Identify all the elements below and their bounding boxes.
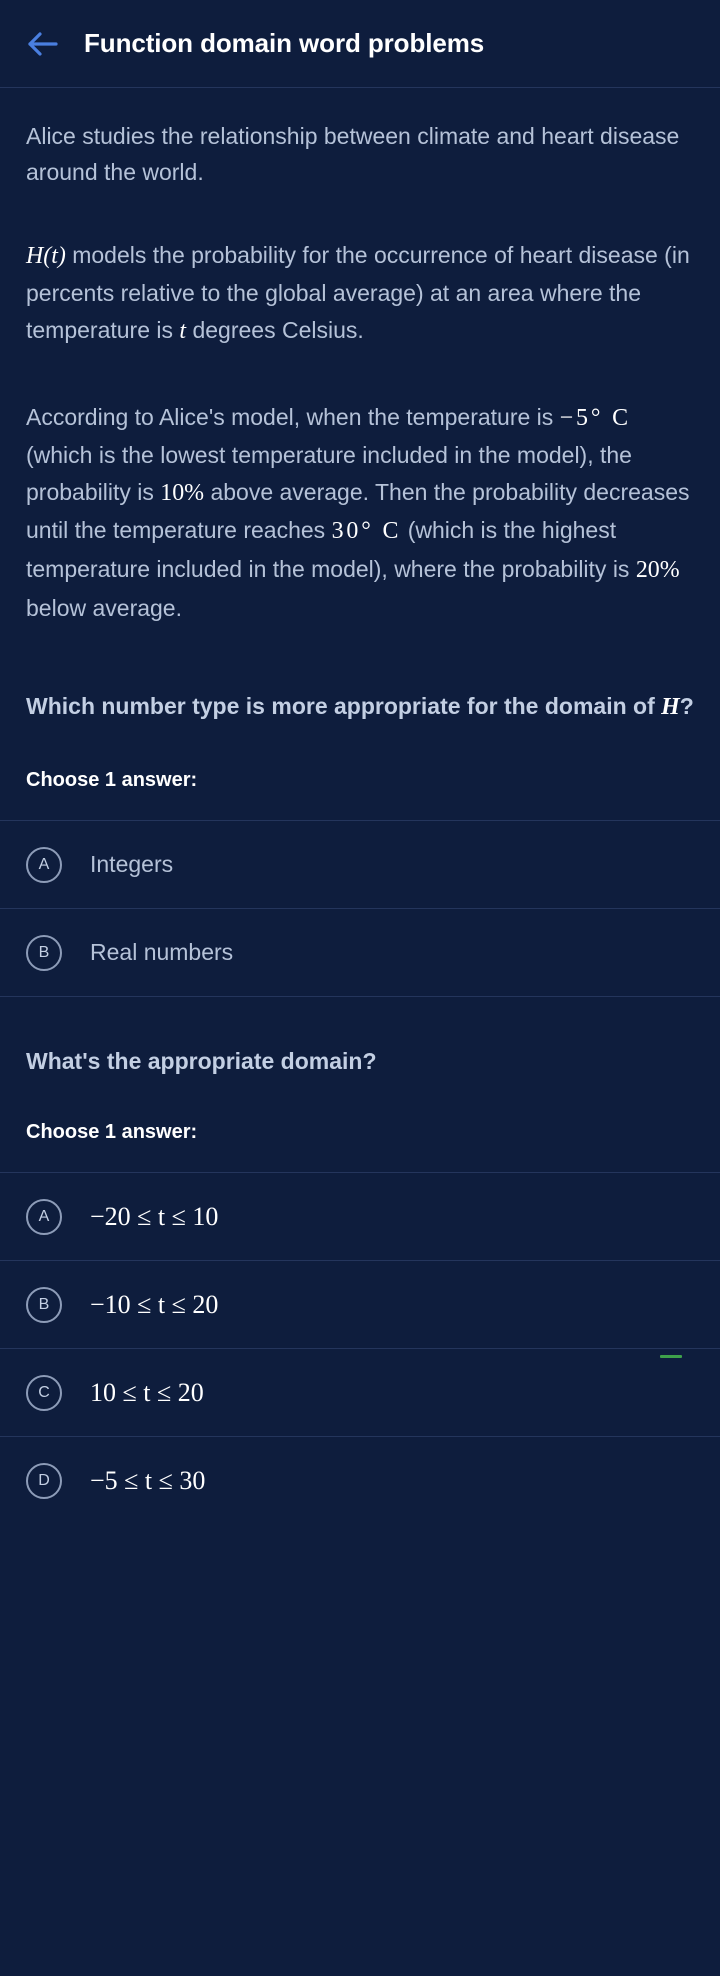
back-button[interactable] bbox=[26, 21, 72, 67]
choice-q2-a[interactable]: A −20 ≤ t ≤ 10 bbox=[0, 1172, 720, 1260]
passage-paragraph-3: According to Alice's model, when the tem… bbox=[26, 351, 694, 627]
math-h: H bbox=[661, 694, 680, 721]
choice-q1-a[interactable]: A Integers bbox=[0, 820, 720, 908]
question-1-text-b: ? bbox=[679, 693, 694, 720]
answer-marker-icon bbox=[660, 1355, 682, 1359]
choice-q1-b[interactable]: B Real numbers bbox=[0, 908, 720, 996]
passage-text-3a: According to Alice's model, when the tem… bbox=[26, 403, 560, 430]
question-2-choose-label: Choose 1 answer: bbox=[26, 1121, 198, 1144]
choice-q2-c[interactable]: C 10 ≤ t ≤ 20 bbox=[0, 1348, 720, 1436]
passage-paragraph-2: H(t) models the probability for the occu… bbox=[26, 191, 694, 351]
question-2-prompt: What's the appropriate domain? bbox=[26, 1048, 377, 1075]
passage-text-3e: below average. bbox=[26, 595, 182, 621]
question-1-text-a: Which number type is more appropriate fo… bbox=[26, 693, 662, 720]
choice-letter-bubble: B bbox=[26, 934, 62, 971]
question-1-choices: A Integers B Real numbers bbox=[0, 820, 720, 996]
choice-label: Integers bbox=[90, 851, 174, 878]
choice-label: −5 ≤ t ≤ 30 bbox=[90, 1465, 206, 1495]
choice-label: −20 ≤ t ≤ 10 bbox=[90, 1201, 219, 1231]
choice-letter-bubble: A bbox=[26, 846, 62, 883]
choice-letter-bubble: D bbox=[26, 1462, 62, 1499]
math-ten-percent: 10% bbox=[160, 479, 205, 506]
question-1-choose-label: Choose 1 answer: bbox=[26, 769, 198, 792]
passage-text-2b: degrees Celsius. bbox=[186, 316, 364, 343]
arrow-left-icon bbox=[26, 30, 60, 58]
choice-q2-b[interactable]: B −10 ≤ t ≤ 20 bbox=[0, 1260, 720, 1348]
choice-q2-d[interactable]: D −5 ≤ t ≤ 30 bbox=[0, 1436, 720, 1524]
question-2-choices: A −20 ≤ t ≤ 10 B −10 ≤ t ≤ 20 C 10 ≤ t ≤… bbox=[0, 1172, 720, 1524]
page-title: Function domain word problems bbox=[84, 28, 485, 58]
math-thirty-celsius: 30° C bbox=[331, 518, 402, 545]
choice-label: Real numbers bbox=[90, 939, 234, 966]
question-1-prompt: Which number type is more appropriate fo… bbox=[26, 626, 694, 727]
passage-paragraph-1: Alice studies the relationship between c… bbox=[26, 123, 680, 186]
app-header: Function domain word problems bbox=[0, 0, 720, 88]
question-2-block: What's the appropriate domain? Choose 1 … bbox=[0, 997, 720, 1172]
choice-letter-bubble: C bbox=[26, 1374, 62, 1411]
math-minus-5-celsius: −5° C bbox=[559, 404, 631, 431]
math-twenty-percent: 20% bbox=[635, 557, 680, 584]
problem-passage: Alice studies the relationship between c… bbox=[0, 88, 720, 820]
math-h-of-t: H(t) bbox=[26, 242, 66, 269]
choice-letter-bubble: A bbox=[26, 1198, 62, 1235]
choice-label: 10 ≤ t ≤ 20 bbox=[90, 1377, 204, 1407]
choice-label: −10 ≤ t ≤ 20 bbox=[90, 1289, 219, 1319]
choice-letter-bubble: B bbox=[26, 1286, 62, 1323]
